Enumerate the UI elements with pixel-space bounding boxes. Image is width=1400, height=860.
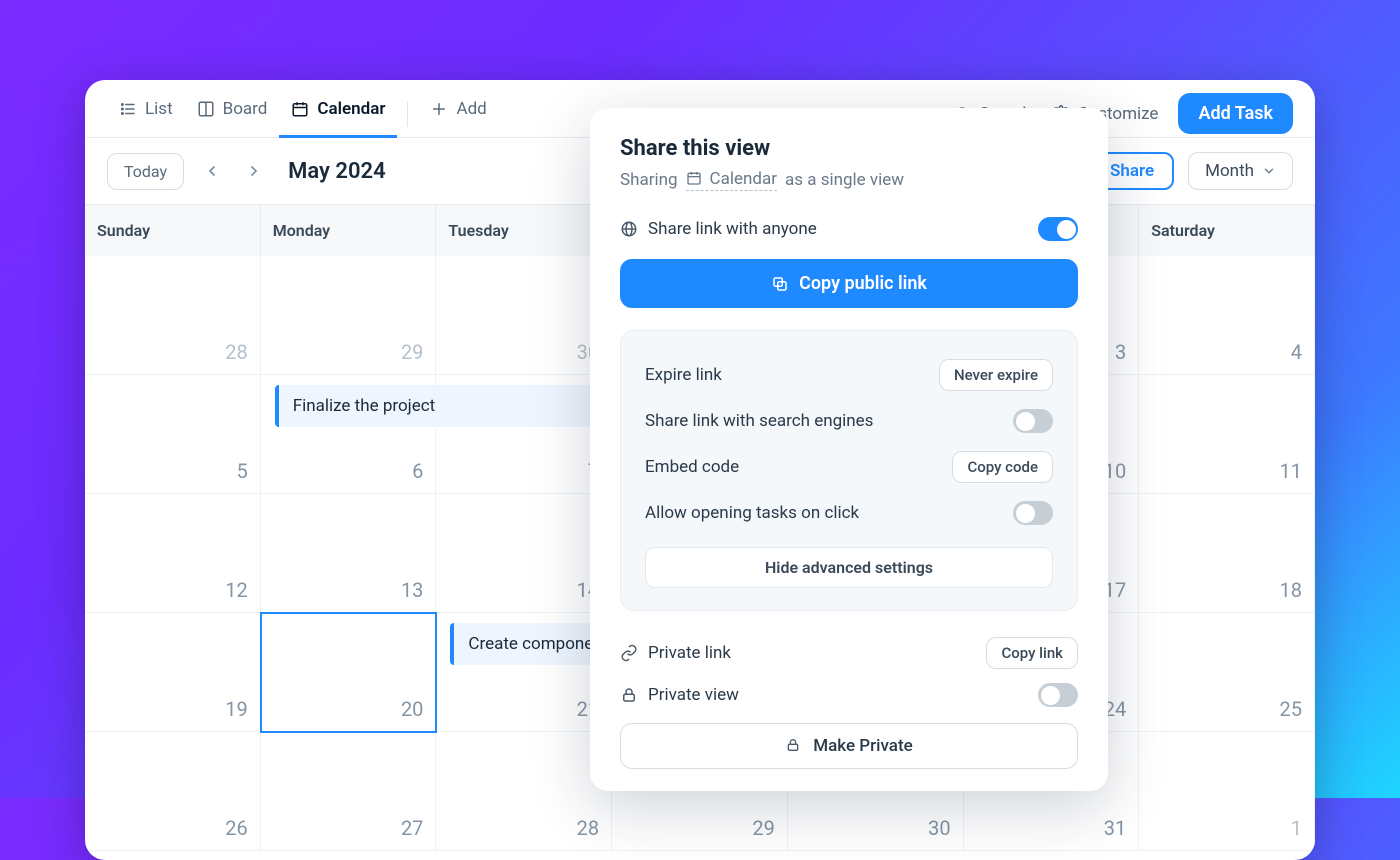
calendar-day-number: 1 <box>1291 816 1302 840</box>
calendar-day-number: 28 <box>225 340 247 364</box>
tab-board-label: Board <box>223 99 268 119</box>
calendar-icon <box>291 100 309 118</box>
calendar-cell[interactable]: 13 <box>261 494 437 613</box>
private-view-toggle[interactable] <box>1038 683 1078 707</box>
calendar-day-number: 5 <box>236 459 247 483</box>
copy-icon <box>771 275 789 293</box>
globe-icon <box>620 220 638 238</box>
search-engines-toggle[interactable] <box>1013 409 1053 433</box>
calendar-day-number: 4 <box>1291 340 1302 364</box>
plus-icon <box>430 100 448 118</box>
tab-list-label: List <box>145 99 173 119</box>
calendar-header-cell: Saturday <box>1139 205 1315 256</box>
calendar-cell[interactable]: 1 <box>1139 732 1315 851</box>
calendar-cell[interactable]: 14 <box>436 494 612 613</box>
range-select[interactable]: Month <box>1188 152 1293 190</box>
tab-calendar[interactable]: Calendar <box>279 89 397 138</box>
copy-private-link-button[interactable]: Copy link <box>986 637 1078 669</box>
expire-link-label: Expire link <box>645 365 722 385</box>
current-month-label: May 2024 <box>288 159 386 184</box>
calendar-header-cell: Sunday <box>85 205 261 256</box>
share-anyone-toggle[interactable] <box>1038 217 1078 241</box>
calendar-icon <box>686 170 704 188</box>
list-icon <box>119 100 137 118</box>
search-engines-label: Share link with search engines <box>645 411 873 431</box>
calendar-cell[interactable]: 28 <box>436 732 612 851</box>
expire-link-value[interactable]: Never expire <box>939 359 1053 391</box>
next-month-button[interactable] <box>240 157 268 185</box>
calendar-day-number: 12 <box>225 578 247 602</box>
calendar-header-cell: Monday <box>261 205 437 256</box>
add-view-label: Add <box>456 99 486 119</box>
private-link-row: Private link Copy link <box>620 637 1078 669</box>
calendar-day-number: 13 <box>401 578 423 602</box>
calendar-cell[interactable]: 12 <box>85 494 261 613</box>
calendar-cell[interactable]: 5 <box>85 375 261 494</box>
today-button[interactable]: Today <box>107 153 184 190</box>
divider <box>407 101 408 127</box>
calendar-day-number: 18 <box>1280 578 1302 602</box>
calendar-day-number: 28 <box>577 816 599 840</box>
open-tasks-toggle[interactable] <box>1013 501 1053 525</box>
calendar-cell[interactable]: 11 <box>1139 375 1315 494</box>
private-view-row: Private view <box>620 683 1078 707</box>
chevron-down-icon <box>1262 164 1276 178</box>
add-task-button[interactable]: Add Task <box>1178 93 1293 134</box>
copy-embed-code-button[interactable]: Copy code <box>952 451 1053 483</box>
calendar-cell[interactable]: 20 <box>261 613 437 732</box>
lock-icon <box>785 737 803 755</box>
lock-icon <box>620 686 638 704</box>
calendar-day-number: 26 <box>225 816 247 840</box>
calendar-day-number: 25 <box>1280 697 1302 721</box>
calendar-cell[interactable]: 26 <box>85 732 261 851</box>
calendar-header-cell: Tuesday <box>436 205 612 256</box>
chevron-left-icon <box>204 163 220 179</box>
share-anyone-label: Share link with anyone <box>648 219 817 239</box>
tab-list[interactable]: List <box>107 89 185 138</box>
range-select-label: Month <box>1205 161 1254 181</box>
hide-advanced-button[interactable]: Hide advanced settings <box>645 547 1053 588</box>
advanced-settings-box: Expire link Never expire Share link with… <box>620 330 1078 611</box>
tab-calendar-label: Calendar <box>317 99 385 119</box>
calendar-cell[interactable]: 27 <box>261 732 437 851</box>
calendar-cell[interactable]: 25 <box>1139 613 1315 732</box>
calendar-day-number: 19 <box>225 697 247 721</box>
calendar-day-number: 29 <box>401 340 423 364</box>
calendar-day-number: 29 <box>752 816 774 840</box>
calendar-cell[interactable]: 4 <box>1139 256 1315 375</box>
calendar-day-number: 11 <box>1280 459 1302 483</box>
calendar-day-number: 27 <box>401 816 423 840</box>
board-icon <box>197 100 215 118</box>
calendar-cell[interactable]: 30 <box>436 256 612 375</box>
add-view-button[interactable]: Add <box>418 89 498 138</box>
chevron-right-icon <box>246 163 262 179</box>
calendar-day-number: 6 <box>412 459 423 483</box>
embed-code-label: Embed code <box>645 457 739 477</box>
tab-board[interactable]: Board <box>185 89 280 138</box>
calendar-day-number: 31 <box>1104 816 1126 840</box>
share-popover-subtitle: Sharing Calendar as a single view <box>620 169 1078 191</box>
share-popover-title: Share this view <box>620 136 1078 161</box>
copy-public-link-button[interactable]: Copy public link <box>620 259 1078 308</box>
private-view-label: Private view <box>648 685 739 705</box>
calendar-cell[interactable]: 18 <box>1139 494 1315 613</box>
link-icon <box>620 644 638 662</box>
share-view-popover: Share this view Sharing Calendar as a si… <box>590 108 1108 791</box>
shared-view-chip[interactable]: Calendar <box>686 169 777 191</box>
calendar-day-number: 3 <box>1115 340 1126 364</box>
calendar-cell[interactable]: 19 <box>85 613 261 732</box>
prev-month-button[interactable] <box>198 157 226 185</box>
calendar-day-number: 30 <box>928 816 950 840</box>
calendar-cell[interactable]: 28 <box>85 256 261 375</box>
private-link-label: Private link <box>648 643 731 663</box>
make-private-button[interactable]: Make Private <box>620 723 1078 769</box>
share-anyone-row: Share link with anyone <box>620 217 1078 241</box>
open-tasks-label: Allow opening tasks on click <box>645 503 859 523</box>
calendar-day-number: 20 <box>401 697 423 721</box>
calendar-cell[interactable]: 29 <box>261 256 437 375</box>
